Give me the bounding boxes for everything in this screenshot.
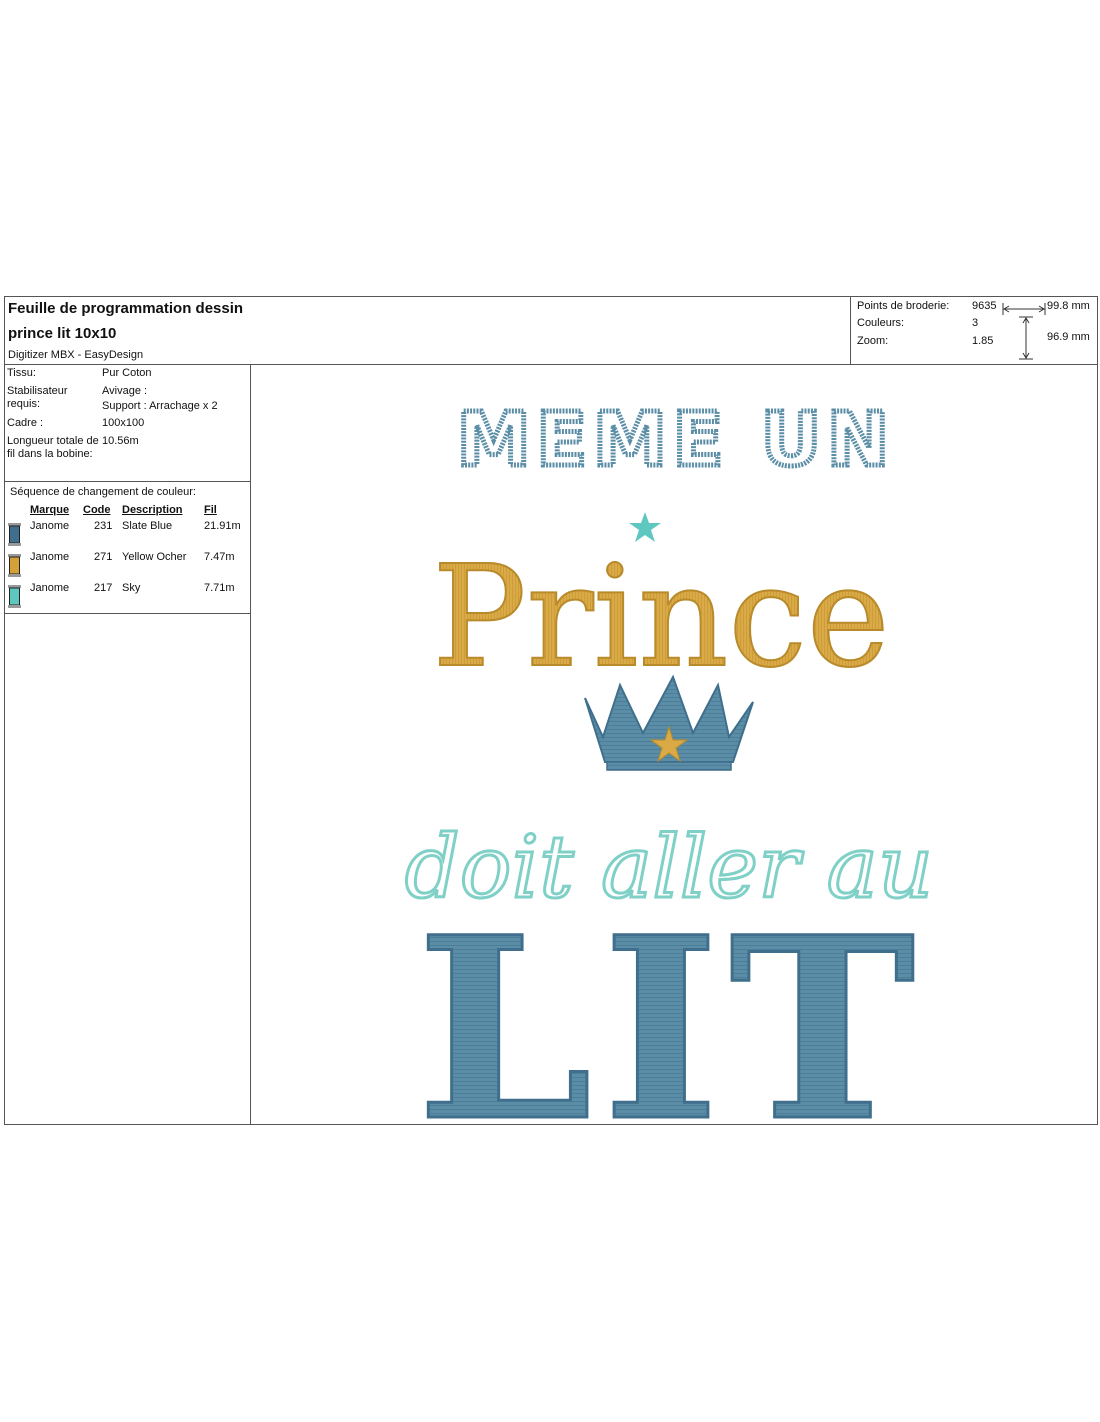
design-line-lit: LIT bbox=[417, 882, 926, 1124]
embroidery-design: MEME UN Prince doit aller au LIT bbox=[403, 395, 935, 1178]
frame-value: 100x100 bbox=[102, 417, 145, 429]
thread-code: 231 bbox=[94, 520, 113, 532]
thread-spool-icon bbox=[8, 554, 21, 577]
stabilizer-value-2: Support : Arrachage x 2 bbox=[102, 400, 218, 412]
thread-brand: Janome bbox=[30, 582, 70, 594]
color-sequence: Séquence de changement de couleur: Marqu… bbox=[5, 482, 251, 614]
programming-sheet: Feuille de programmation dessin prince l… bbox=[4, 296, 1098, 1178]
col-header-brand: Marque bbox=[30, 504, 70, 516]
design-name: prince lit 10x10 bbox=[8, 325, 117, 342]
thread-length: 7.71m bbox=[204, 582, 235, 594]
thread-length: 21.91m bbox=[204, 520, 241, 532]
zoom-value: 1.85 bbox=[972, 335, 994, 347]
color-sequence-title: Séquence de changement de couleur: bbox=[10, 486, 196, 498]
embroidery-preview: MEME UN Prince doit aller au LIT bbox=[251, 365, 1097, 1178]
frame-label: Cadre : bbox=[7, 417, 44, 429]
design-width: 99.8 mm bbox=[1047, 300, 1090, 312]
dimension-arrows-icon bbox=[1002, 303, 1046, 360]
fabric-label: Tissu: bbox=[7, 367, 36, 379]
design-line-prince: Prince bbox=[432, 536, 889, 699]
thread-row: Janome 231 Slate Blue 21.91m bbox=[5, 519, 251, 549]
fabric-value: Pur Coton bbox=[102, 367, 152, 379]
colors-label: Couleurs: bbox=[857, 317, 905, 329]
design-height: 96.9 mm bbox=[1047, 331, 1090, 343]
thread-code: 271 bbox=[94, 551, 113, 563]
thread-brand: Janome bbox=[30, 520, 70, 532]
design-stats: Points de broderie: 9635 Couleurs: 3 Zoo… bbox=[851, 297, 1097, 365]
thread-description: Yellow Ocher bbox=[122, 551, 187, 563]
software-name: Digitizer MBX - EasyDesign bbox=[8, 349, 144, 361]
material-info: Tissu: Pur Coton Stabilisateur requis: A… bbox=[5, 365, 251, 482]
thread-length-value: 10.56m bbox=[102, 435, 139, 447]
stitches-label: Points de broderie: bbox=[857, 300, 950, 312]
stabilizer-label: Stabilisateur requis: bbox=[7, 385, 68, 410]
stabilizer-value-1: Avivage : bbox=[102, 385, 148, 397]
thread-length-label: Longueur totale de fil dans la bobine: bbox=[7, 435, 99, 460]
design-line-meme-un: MEME UN bbox=[457, 397, 895, 483]
thread-spool-icon bbox=[8, 523, 21, 546]
thread-description: Sky bbox=[122, 582, 141, 594]
thread-row: Janome 217 Sky 7.71m bbox=[5, 581, 251, 611]
thread-length: 7.47m bbox=[204, 551, 235, 563]
stitches-value: 9635 bbox=[972, 300, 997, 312]
colors-value: 3 bbox=[972, 317, 979, 329]
thread-brand: Janome bbox=[30, 551, 70, 563]
thread-code: 217 bbox=[94, 582, 113, 594]
thread-description: Slate Blue bbox=[122, 520, 173, 532]
zoom-label: Zoom: bbox=[857, 335, 889, 347]
col-header-description: Description bbox=[122, 504, 183, 516]
sheet-header: Feuille de programmation dessin prince l… bbox=[5, 297, 851, 365]
thread-row: Janome 271 Yellow Ocher 7.47m bbox=[5, 550, 251, 580]
sheet-title: Feuille de programmation dessin bbox=[8, 300, 244, 317]
col-header-length: Fil bbox=[204, 504, 217, 516]
left-panel-empty bbox=[5, 614, 251, 1124]
thread-spool-icon bbox=[8, 585, 21, 608]
col-header-code: Code bbox=[83, 504, 111, 516]
